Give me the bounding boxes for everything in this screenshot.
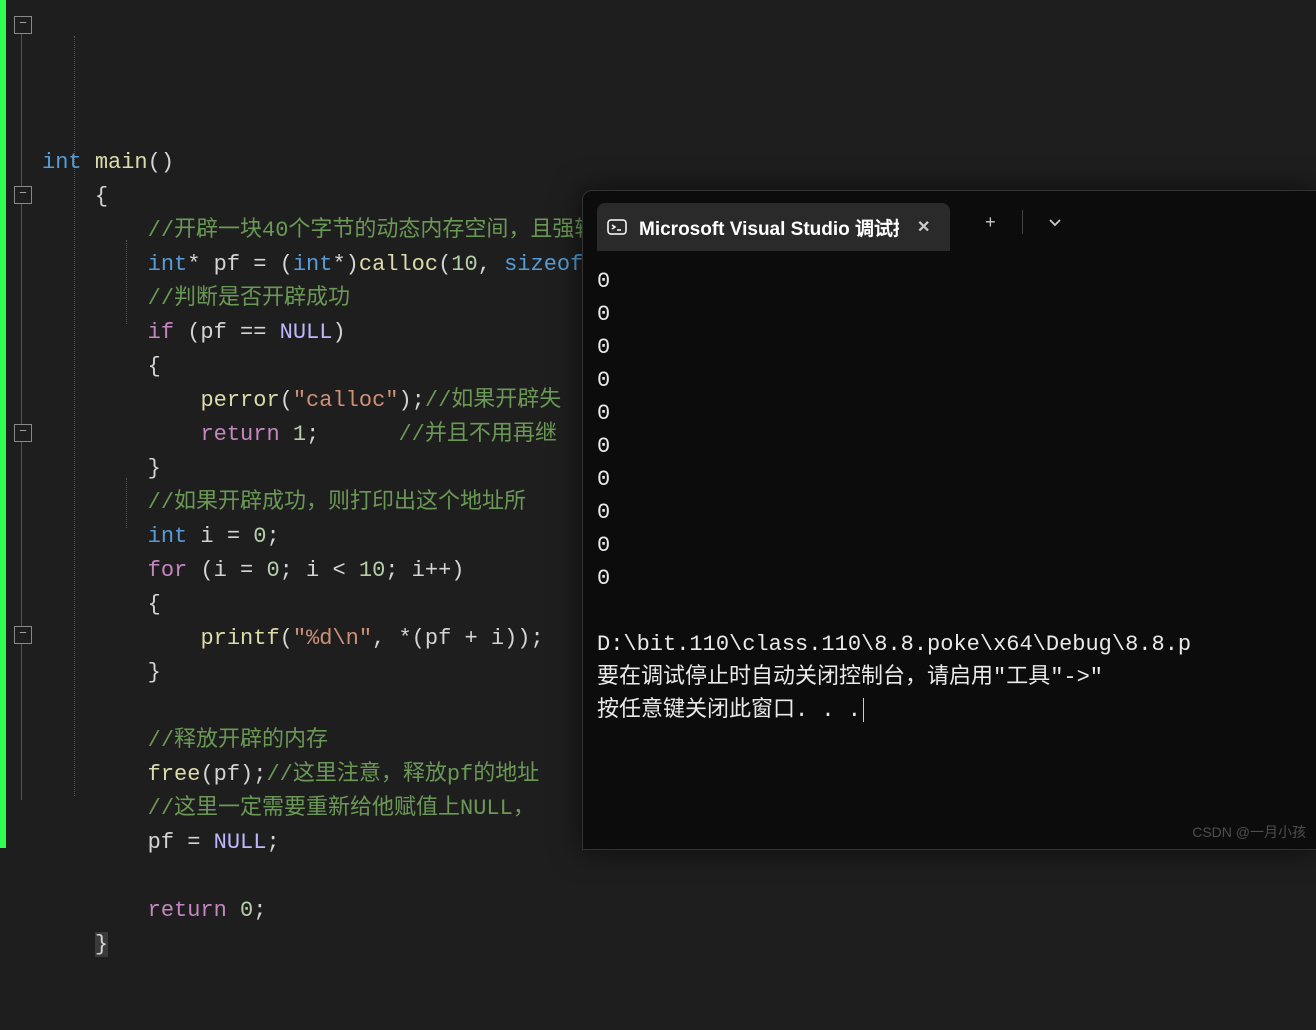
- output-line: 0: [597, 269, 610, 294]
- output-line: 0: [597, 500, 610, 525]
- output-line: 0: [597, 566, 610, 591]
- editor-gutter[interactable]: − − − −: [6, 0, 42, 848]
- output-line: 0: [597, 368, 610, 393]
- title-bar-actions: +: [968, 202, 1077, 242]
- divider: [1022, 210, 1023, 234]
- output-line: 0: [597, 401, 610, 426]
- fold-toggle[interactable]: −: [14, 186, 32, 204]
- new-tab-button[interactable]: +: [968, 202, 1012, 242]
- fold-toggle[interactable]: −: [14, 16, 32, 34]
- output-line: 0: [597, 335, 610, 360]
- tab-title: Microsoft Visual Studio 调试控: [639, 214, 899, 241]
- terminal-title-bar[interactable]: Microsoft Visual Studio 调试控 ✕ +: [583, 191, 1316, 253]
- output-line: 0: [597, 467, 610, 492]
- output-line: 0: [597, 533, 610, 558]
- terminal-output[interactable]: 0 0 0 0 0 0 0 0 0 0 D:\bit.110\class.110…: [583, 253, 1316, 849]
- output-hint: 要在调试停止时自动关闭控制台，请启用"工具"->": [597, 665, 1103, 690]
- output-line: 0: [597, 302, 610, 327]
- chevron-down-icon: [1048, 215, 1062, 229]
- close-icon[interactable]: ✕: [911, 215, 936, 239]
- output-line: 0: [597, 434, 610, 459]
- fold-toggle[interactable]: −: [14, 424, 32, 442]
- output-press: 按任意键关闭此窗口. . .: [597, 698, 861, 723]
- fold-line: [21, 30, 22, 800]
- watermark: CSDN @一月小孩: [1192, 822, 1306, 842]
- terminal-window[interactable]: Microsoft Visual Studio 调试控 ✕ + 0 0 0 0 …: [582, 190, 1316, 850]
- cursor: [863, 698, 864, 722]
- tab-dropdown-button[interactable]: [1033, 202, 1077, 242]
- terminal-tab[interactable]: Microsoft Visual Studio 调试控 ✕: [597, 203, 950, 251]
- output-path: D:\bit.110\class.110\8.8.poke\x64\Debug\…: [597, 632, 1191, 657]
- fold-toggle[interactable]: −: [14, 626, 32, 644]
- terminal-icon: [607, 217, 627, 237]
